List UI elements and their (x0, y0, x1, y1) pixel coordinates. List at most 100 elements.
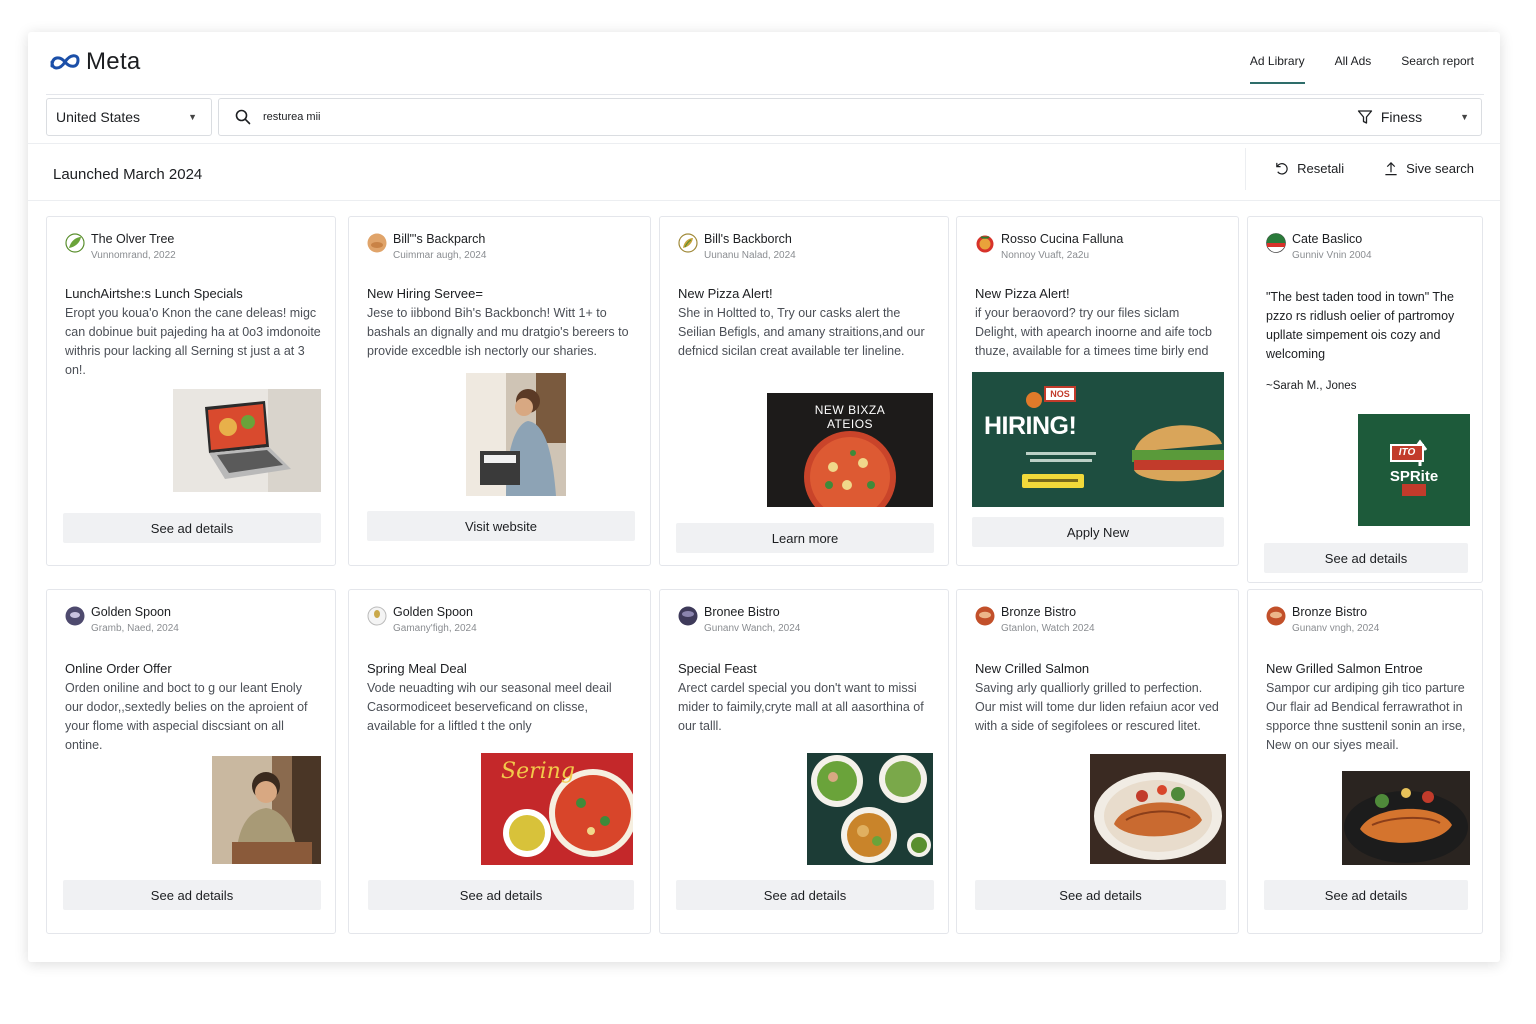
ad-library-window: Meta Ad Library All Ads Search report Un… (28, 32, 1500, 962)
salad-bowls-photo (807, 753, 933, 865)
spring-ad-script: Sering (501, 759, 575, 784)
salmon-plate-photo (1342, 771, 1470, 865)
spoon-icon (367, 606, 387, 626)
divider (28, 143, 1500, 144)
tomato-icon (976, 235, 994, 253)
worker-photo (466, 373, 566, 496)
advertiser-name[interactable]: Cate Baslico (1292, 231, 1372, 247)
ad-card[interactable]: Golden Spoon Gramb, Naed, 2024 Online Or… (46, 589, 336, 934)
advertiser-header: Golden Spoon Gramb, Naed, 2024 (65, 604, 325, 636)
ad-title: Online Order Offer (65, 661, 172, 676)
bronze-circle-icon (1266, 606, 1286, 626)
nav-ad-library[interactable]: Ad Library (1249, 54, 1305, 84)
ad-body: Arect cardel special you don't want to m… (678, 681, 924, 733)
ad-title: New Hiring Servee= (367, 286, 483, 301)
ad-title: New Pizza Alert! (975, 286, 1070, 301)
advertiser-header: Bill"'s Backparch Cuimmar augh, 2024 (367, 231, 640, 263)
ad-card[interactable]: Rosso Cucina Falluna Nonnoy Vuaft, 2a2u … (956, 216, 1239, 566)
chevron-down-icon: ▼ (188, 112, 197, 122)
bronze-circle-icon (975, 606, 995, 626)
advertiser-name[interactable]: Bill's Backborch (704, 231, 796, 247)
advertiser-header: The Olver Tree Vunnomrand, 2022 (65, 231, 325, 263)
sprite-ad-image: ITO SPRite (1358, 414, 1470, 526)
laptop-food-photo (173, 389, 321, 492)
ad-date: Gunanv Wanch, 2024 (704, 623, 801, 634)
pizza-ad-headline: NEW BIXZA ATEIOS (814, 403, 886, 431)
visit-website-button[interactable]: Visit website (367, 511, 635, 541)
divider (1245, 148, 1246, 190)
meta-infinity-icon (50, 54, 80, 70)
ad-card[interactable]: Bill's Backborch Uunanu Nalad, 2024 New … (659, 216, 949, 566)
upload-icon (1385, 162, 1397, 176)
advertiser-header: Bronee Bistro Gunanv Wanch, 2024 (678, 604, 938, 636)
reset-label: Resetali (1297, 161, 1345, 176)
reset-button[interactable]: Resetali (1274, 161, 1344, 176)
advertiser-name[interactable]: Golden Spoon (91, 604, 179, 620)
italian-flag-icon (1266, 233, 1286, 253)
advertiser-name[interactable]: Bronze Bistro (1292, 604, 1379, 620)
ad-card[interactable]: Cate Baslico Gunniv Vnin 2004 "The best … (1247, 216, 1483, 583)
ad-date: Cuimmar augh, 2024 (393, 250, 487, 261)
search-row: United States ▼ Finess ▼ (46, 98, 1482, 136)
ad-body: She in Holtted to, Try our casks alert t… (678, 306, 925, 358)
ad-title: New Pizza Alert! (678, 286, 773, 301)
ad-date: Vunnomrand, 2022 (91, 250, 176, 261)
advertiser-name[interactable]: Rosso Cucina Falluna (1001, 231, 1123, 247)
apply-now-button[interactable]: Apply New (972, 517, 1224, 547)
ad-card[interactable]: Bronze Bistro Gunanv vngh, 2024 New Gril… (1247, 589, 1483, 934)
ad-card[interactable]: Golden Spoon Gamany'figh, 2024 Spring Me… (348, 589, 651, 934)
ad-card[interactable]: Bill"'s Backparch Cuimmar augh, 2024 New… (348, 216, 651, 566)
see-ad-details-button[interactable]: See ad details (63, 880, 321, 910)
ad-card[interactable]: Bronze Bistro Gtanlon, Watch 2024 New Cr… (956, 589, 1239, 934)
advertiser-name[interactable]: Golden Spoon (393, 604, 477, 620)
country-select[interactable]: United States ▼ (46, 98, 212, 136)
hiring-headline: HIRING! (984, 412, 1077, 440)
ad-title: LunchAirtshe:s Lunch Specials (65, 286, 243, 301)
learn-more-button[interactable]: Learn more (676, 523, 934, 553)
see-ad-details-button[interactable]: See ad details (676, 880, 934, 910)
top-bar: Meta Ad Library All Ads Search report (28, 32, 1500, 94)
sprite-ad-text: SPRite (1389, 468, 1439, 485)
top-nav: Ad Library All Ads Search report (1249, 54, 1474, 84)
ad-date: Gramb, Naed, 2024 (91, 623, 179, 634)
ad-body: Sampor cur ardiping gih tico parture Our… (1266, 681, 1466, 752)
see-ad-details-button[interactable]: See ad details (975, 880, 1226, 910)
ad-date: Uunanu Nalad, 2024 (704, 250, 796, 261)
advertiser-header: Bronze Bistro Gunanv vngh, 2024 (1266, 604, 1472, 636)
advertiser-header: Bronze Bistro Gtanlon, Watch 2024 (975, 604, 1228, 636)
search-icon (235, 109, 251, 125)
advertiser-name[interactable]: Bronee Bistro (704, 604, 800, 620)
filters-button[interactable]: Finess ▼ (1343, 109, 1469, 125)
salmon-photo (1090, 754, 1226, 864)
logo-text: Meta (86, 48, 141, 75)
see-ad-details-button[interactable]: See ad details (1264, 880, 1468, 910)
see-ad-details-button[interactable]: See ad details (1264, 543, 1468, 573)
purple-circle-icon (65, 606, 85, 626)
toolbar-actions: Resetali Sive search (1274, 161, 1474, 176)
testimonial-author: ~Sarah M., Jones (1266, 380, 1357, 392)
advertiser-name[interactable]: Bronze Bistro (1001, 604, 1095, 620)
advertiser-name[interactable]: The Olver Tree (91, 231, 176, 247)
woman-photo (212, 756, 321, 864)
ad-body: if your beraovord? try our files siclam … (975, 306, 1212, 358)
nav-search-report[interactable]: Search report (1401, 54, 1474, 84)
ad-body: Vode neuadting wih our seasonal meel dea… (367, 681, 612, 733)
advertiser-name[interactable]: Bill"'s Backparch (393, 231, 486, 247)
see-ad-details-button[interactable]: See ad details (63, 513, 321, 543)
save-search-button[interactable]: Sive search (1384, 161, 1474, 176)
nav-all-ads[interactable]: All Ads (1335, 54, 1372, 84)
testimonial-quote: "The best taden tood in town" The pzzo r… (1266, 290, 1455, 361)
see-ad-details-button[interactable]: See ad details (368, 880, 634, 910)
advertiser-header: Rosso Cucina Falluna Nonnoy Vuaft, 2a2u (975, 231, 1228, 263)
divider (28, 200, 1500, 201)
ad-title: Special Feast (678, 661, 757, 676)
meta-logo[interactable]: Meta (48, 48, 141, 76)
divider (46, 94, 1484, 95)
advertiser-header: Cate Baslico Gunniv Vnin 2004 (1266, 231, 1472, 263)
ad-card[interactable]: The Olver Tree Vunnomrand, 2022 LunchAir… (46, 216, 336, 566)
search-box: Finess ▼ (218, 98, 1482, 136)
search-input[interactable] (263, 111, 1343, 123)
advertiser-header: Golden Spoon Gamany'figh, 2024 (367, 604, 640, 636)
filters-label: Finess (1380, 109, 1423, 125)
ad-card[interactable]: Bronee Bistro Gunanv Wanch, 2024 Special… (659, 589, 949, 934)
